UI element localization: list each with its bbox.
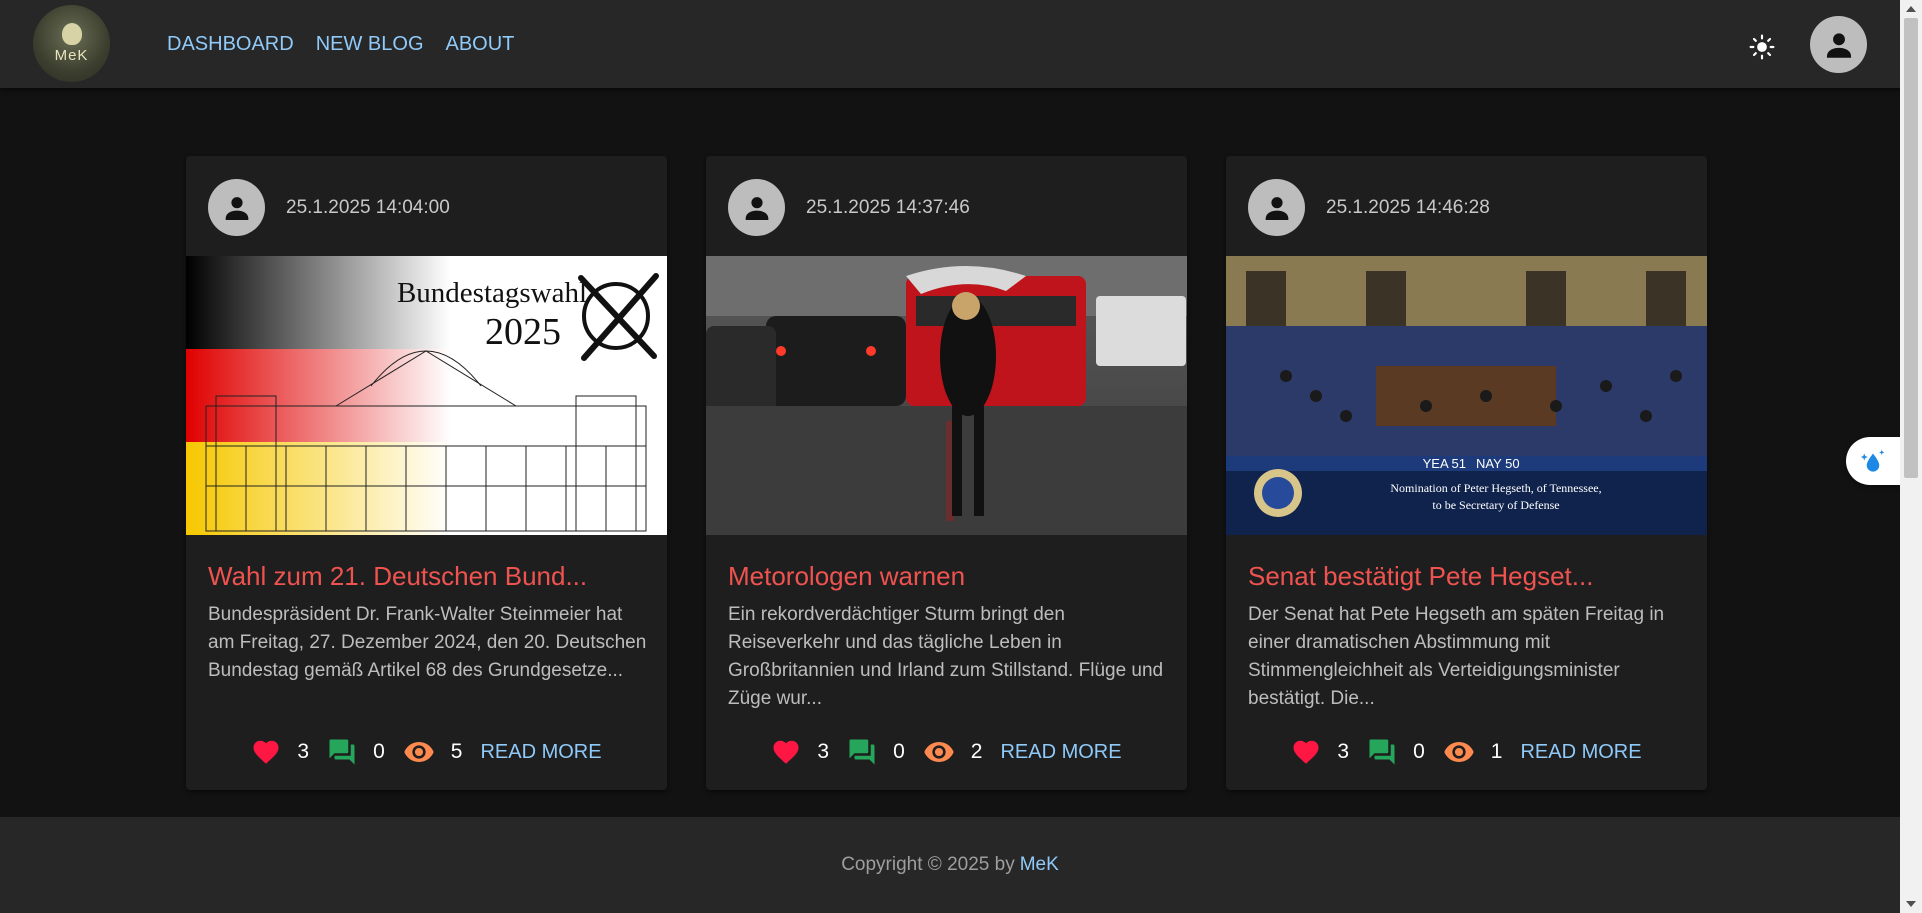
post-image	[706, 256, 1187, 535]
post-excerpt: Ein rekordverdächtiger Sturm bringt den …	[728, 604, 1164, 709]
post-image: YEA 51 NAY 50 Nomination of Peter Hegset…	[1226, 256, 1707, 535]
water-drop-sparkle-icon	[1860, 449, 1885, 472]
floating-helper-button[interactable]	[1846, 437, 1900, 485]
vote-nay-text: NAY 50	[1476, 456, 1520, 471]
blog-card: 25.1.2025 14:04:00 Bundestagswahl 2025 W…	[186, 156, 667, 790]
scroll-down-arrow-icon[interactable]	[1906, 901, 1916, 907]
image-caption-2: to be Secretary of Defense	[1432, 498, 1559, 512]
post-title[interactable]: Metorologen warnen	[728, 561, 965, 592]
post-date: 25.1.2025 14:37:46	[806, 196, 970, 218]
sun-icon	[1749, 34, 1775, 60]
like-count: 3	[1337, 740, 1350, 763]
scrollbar-thumb[interactable]	[1904, 18, 1918, 478]
vertical-scrollbar[interactable]	[1900, 0, 1922, 913]
views-indicator: 5	[403, 736, 481, 768]
main-nav: DASHBOARD NEW BLOG ABOUT	[167, 33, 514, 56]
views-indicator: 1	[1443, 736, 1521, 768]
post-title[interactable]: Senat bestätigt Pete Hegset...	[1248, 561, 1593, 592]
comment-button[interactable]: 0	[847, 737, 923, 767]
logo-mark-icon	[61, 23, 82, 45]
like-button[interactable]: 3	[771, 737, 847, 767]
comment-icon	[1369, 739, 1395, 765]
comment-icon	[329, 739, 355, 765]
comment-count: 0	[1413, 740, 1425, 763]
footer: Copyright © 2025 by MeK	[0, 817, 1900, 913]
like-count: 3	[817, 740, 830, 763]
read-more-button[interactable]: READ MORE	[1520, 741, 1641, 764]
like-button[interactable]: 3	[251, 737, 327, 767]
blog-card: 25.1.2025 14:37:46 Metorologen warnen Ei…	[706, 156, 1187, 790]
comment-count: 0	[373, 740, 385, 763]
view-count: 5	[450, 740, 463, 763]
heart-icon	[773, 740, 799, 764]
eye-icon	[1444, 742, 1474, 762]
heart-icon	[253, 740, 279, 764]
card-header: 25.1.2025 14:04:00	[208, 179, 450, 236]
author-avatar	[728, 179, 785, 236]
eye-icon	[924, 742, 954, 762]
post-title[interactable]: Wahl zum 21. Deutschen Bund...	[208, 561, 587, 592]
nav-new-blog-link[interactable]: NEW BLOG	[316, 33, 424, 56]
card-actions: 3 0 5 READ MORE	[186, 736, 667, 768]
person-icon	[1826, 32, 1851, 58]
image-caption-1: Nomination of Peter Hegseth, of Tennesse…	[1390, 481, 1601, 495]
post-date: 25.1.2025 14:46:28	[1326, 196, 1490, 218]
post-excerpt: Bundespräsident Dr. Frank-Walter Steinme…	[208, 604, 647, 681]
copyright-text: Copyright © 2025 by	[841, 854, 1015, 875]
account-avatar-button[interactable]	[1810, 16, 1867, 73]
comment-button[interactable]: 0	[327, 737, 403, 767]
nav-dashboard-link[interactable]: DASHBOARD	[167, 33, 294, 56]
views-indicator: 2	[923, 736, 1001, 768]
read-more-button[interactable]: READ MORE	[1000, 741, 1121, 764]
like-button[interactable]: 3	[1291, 737, 1367, 767]
blog-card: 25.1.2025 14:46:28 YEA 51 NAY 50 Nominat…	[1226, 156, 1707, 790]
person-icon	[225, 196, 248, 220]
view-count: 2	[970, 740, 983, 763]
comment-count: 0	[893, 740, 905, 763]
author-avatar	[1248, 179, 1305, 236]
post-excerpt: Der Senat hat Pete Hegseth am späten Fre…	[1248, 604, 1665, 709]
post-image: Bundestagswahl 2025	[186, 256, 667, 535]
read-more-button[interactable]: READ MORE	[480, 741, 601, 764]
card-header: 25.1.2025 14:37:46	[728, 179, 970, 236]
nav-about-link[interactable]: ABOUT	[446, 33, 515, 56]
image-text-year: 2025	[485, 311, 561, 353]
eye-icon	[404, 742, 434, 762]
comment-icon	[849, 739, 875, 765]
comment-button[interactable]: 0	[1367, 737, 1443, 767]
scroll-up-arrow-icon[interactable]	[1906, 6, 1916, 12]
author-link[interactable]: MeK	[1020, 854, 1059, 876]
card-actions: 3 0 2 READ MORE	[706, 736, 1187, 768]
person-icon	[745, 196, 768, 220]
view-count: 1	[1490, 740, 1503, 763]
theme-toggle-button[interactable]	[1745, 30, 1779, 64]
person-icon	[1265, 196, 1288, 220]
heart-icon	[1293, 740, 1319, 764]
logo[interactable]: MeK	[33, 5, 110, 82]
top-app-bar: MeK DASHBOARD NEW BLOG ABOUT	[0, 0, 1900, 88]
image-text-title: Bundestagswahl	[397, 277, 587, 309]
author-avatar	[208, 179, 265, 236]
vote-yea-text: YEA 51	[1423, 456, 1466, 471]
card-header: 25.1.2025 14:46:28	[1248, 179, 1490, 236]
like-count: 3	[297, 740, 310, 763]
card-actions: 3 0 1 READ MORE	[1226, 736, 1707, 768]
post-date: 25.1.2025 14:04:00	[286, 196, 450, 218]
logo-text: MeK	[54, 47, 89, 64]
